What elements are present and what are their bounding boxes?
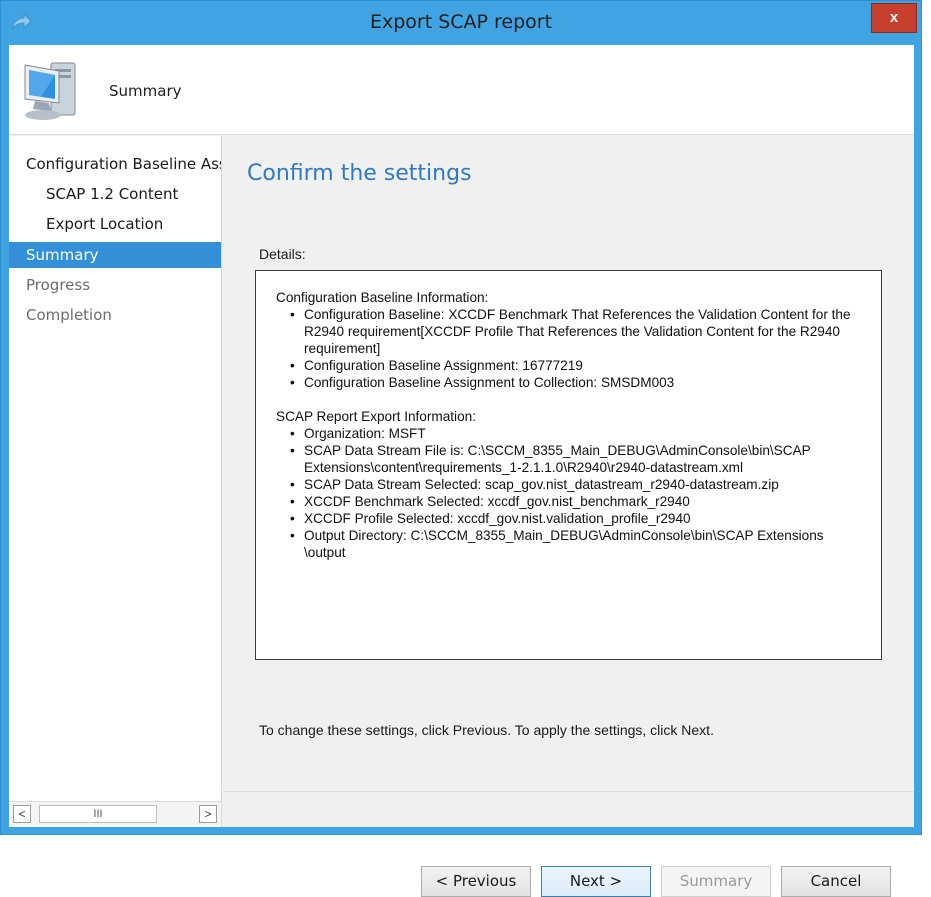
wizard-window: Export SCAP report x Summary Configurati…	[0, 0, 922, 897]
nav-item-configuration-baseline-assignment[interactable]: Configuration Baseline Assignment	[9, 151, 221, 177]
baseline-details-list: Configuration Baseline: XCCDF Benchmark …	[276, 306, 861, 391]
cancel-button[interactable]: Cancel	[781, 866, 891, 897]
header-title: Summary	[109, 82, 182, 100]
scroll-right-button[interactable]: >	[199, 805, 217, 823]
background-edge	[922, 0, 931, 835]
list-item: XCCDF Profile Selected: xccdf_gov.nist.v…	[286, 510, 861, 527]
hint-text: To change these settings, click Previous…	[259, 722, 714, 738]
details-label: Details:	[259, 246, 306, 262]
wizard-header: Summary	[9, 45, 914, 135]
list-item: Configuration Baseline: XCCDF Benchmark …	[286, 306, 861, 357]
previous-button[interactable]: < Previous	[421, 866, 531, 897]
computer-icon	[24, 62, 76, 120]
list-item: XCCDF Benchmark Selected: xccdf_gov.nist…	[286, 493, 861, 510]
baseline-section-title: Configuration Baseline Information:	[276, 290, 489, 305]
nav-item-completion: Completion	[26, 306, 112, 324]
close-button[interactable]: x	[871, 3, 917, 33]
window-title: Export SCAP report	[369, 11, 553, 33]
nav-item-progress: Progress	[26, 276, 91, 294]
nav-item-summary[interactable]: Summary	[9, 242, 221, 268]
wizard-client: Summary Configuration Baseline Assignmen…	[9, 45, 914, 897]
summary-button: Summary	[661, 866, 771, 897]
nav-item-scap-content[interactable]: SCAP 1.2 Content	[9, 181, 221, 207]
list-item: SCAP Data Stream Selected: scap_gov.nist…	[286, 476, 861, 493]
next-button[interactable]: Next >	[541, 866, 651, 897]
scroll-thumb[interactable]: III	[39, 805, 157, 823]
wizard-steps-nav: Configuration Baseline Assignment SCAP 1…	[9, 136, 222, 827]
list-item: Output Directory: C:\SCCM_8355_Main_DEBU…	[286, 527, 861, 561]
nav-item-export-location[interactable]: Export Location	[9, 211, 221, 237]
list-item: Configuration Baseline Assignment to Col…	[286, 374, 861, 391]
list-item: Configuration Baseline Assignment: 16777…	[286, 357, 861, 374]
page-heading: Confirm the settings	[247, 161, 472, 186]
wizard-main-panel: Confirm the settings Details: Configurat…	[223, 136, 914, 897]
details-textbox[interactable]: Configuration Baseline Information: Conf…	[255, 270, 882, 660]
title-bar[interactable]: Export SCAP report x	[1, 1, 921, 45]
horizontal-scrollbar[interactable]: < III >	[9, 801, 221, 825]
list-item: SCAP Data Stream File is: C:\SCCM_8355_M…	[286, 442, 861, 476]
export-section-title: SCAP Report Export Information:	[276, 409, 476, 424]
export-details-list: Organization: MSFT SCAP Data Stream File…	[276, 425, 861, 561]
list-item: Organization: MSFT	[286, 425, 861, 442]
button-area-divider	[223, 791, 914, 792]
scroll-left-button[interactable]: <	[13, 805, 31, 823]
